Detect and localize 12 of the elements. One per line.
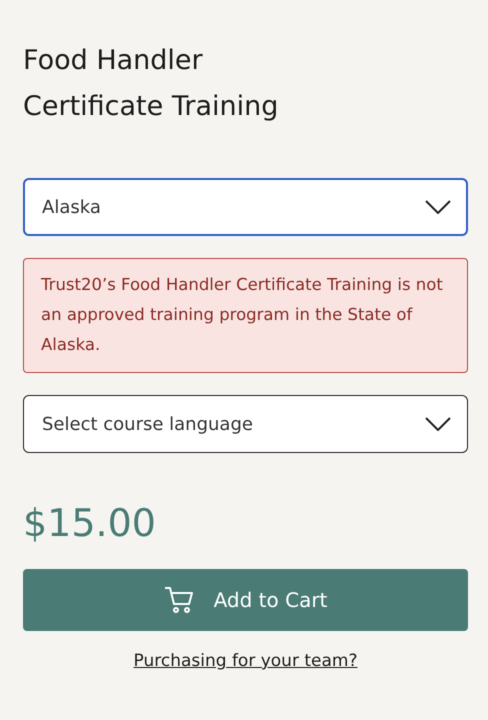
- select-field[interactable]: Alaska: [23, 178, 468, 236]
- select-field[interactable]: Select course language: [23, 395, 468, 453]
- select-value: Alaska: [42, 196, 101, 218]
- cart-icon: [164, 586, 194, 614]
- error-message: Trust20’s Food Handler Certificate Training is not an approved training program in the State of Alaska.: [23, 258, 468, 373]
- team-purchase-link[interactable]: Purchasing for your team?: [134, 651, 358, 671]
- page-title: Food Handler Certificate Training: [23, 44, 280, 124]
- chevron-down-icon: [425, 200, 451, 214]
- price: $15.00: [23, 501, 157, 545]
- select-value: Select course language: [42, 414, 253, 434]
- add-to-cart-button[interactable]: Add to Cart: [23, 569, 468, 631]
- chevron-down-icon: [425, 417, 451, 431]
